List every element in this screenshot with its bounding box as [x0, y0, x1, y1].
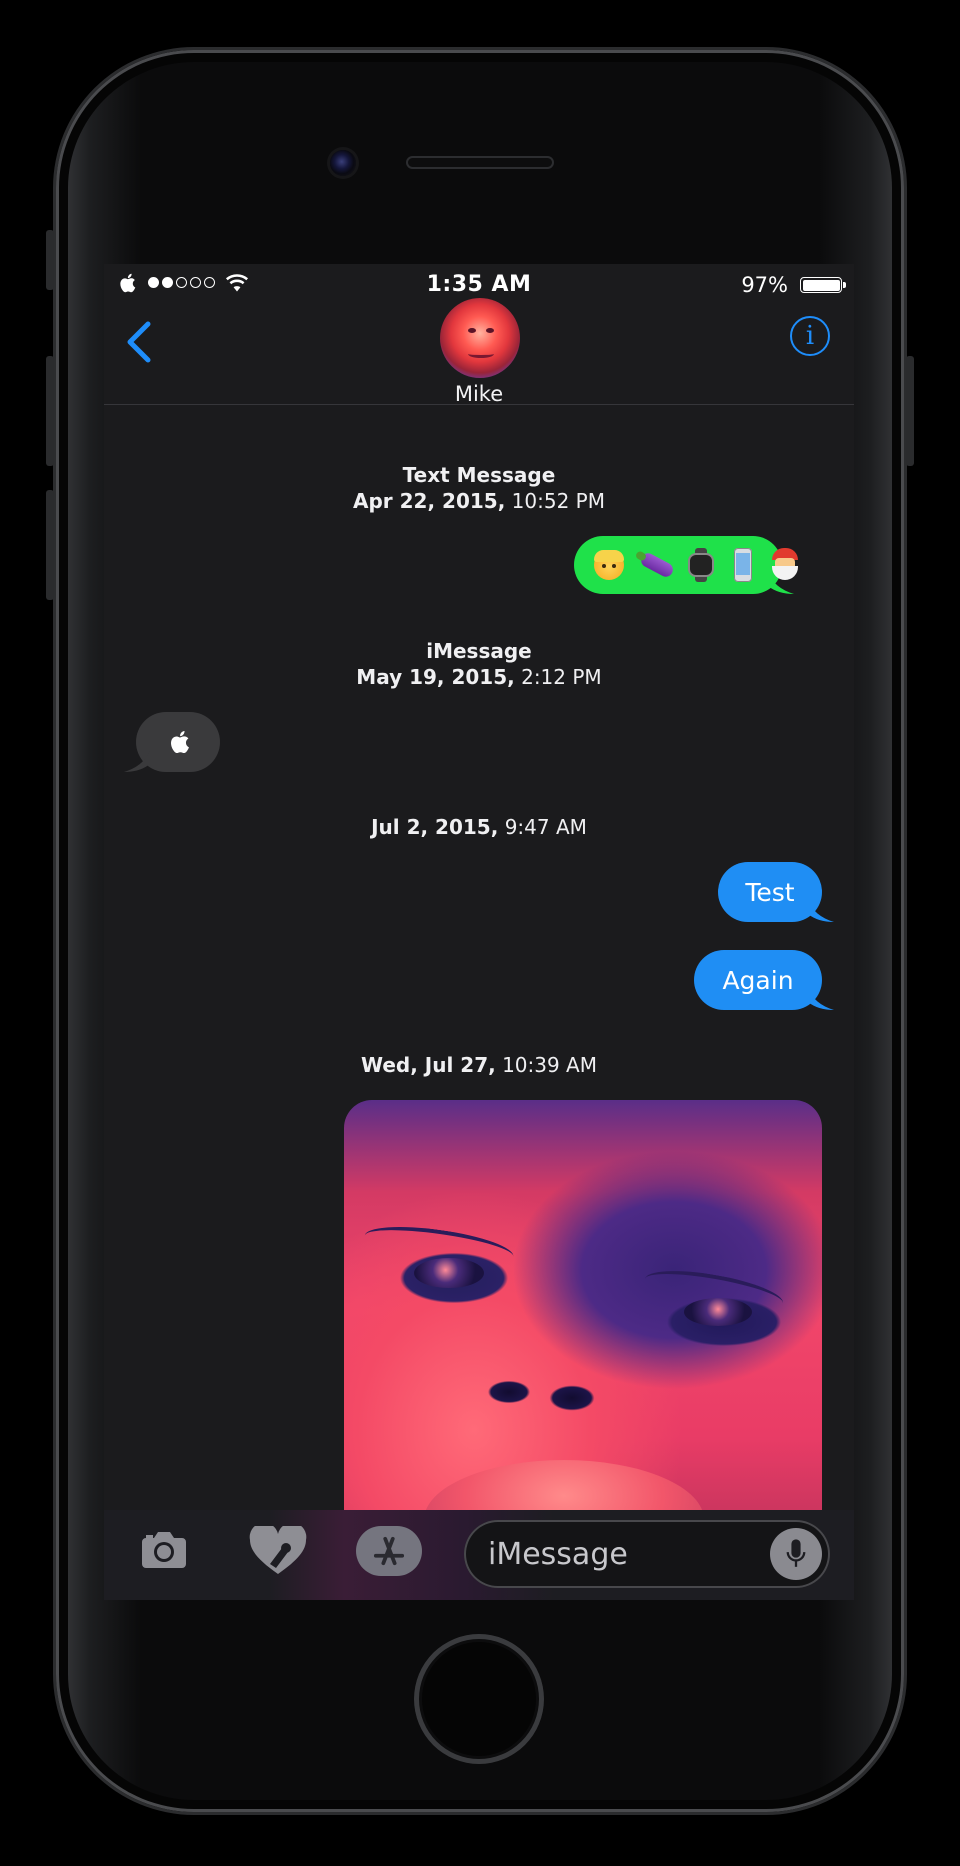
santa-emoji [770, 548, 798, 582]
blond-man-emoji [594, 550, 624, 580]
battery-icon [800, 277, 846, 293]
contact-name[interactable]: Mike [104, 382, 854, 406]
service-label: Text Message [402, 463, 556, 487]
emoji-sequence [594, 548, 798, 582]
timestamp-header: Wed, Jul 27, 10:39 AM [104, 1052, 854, 1078]
bubble-tail [124, 750, 150, 772]
app-store-icon[interactable] [356, 1526, 422, 1576]
compose-toolbar [104, 1510, 854, 1600]
info-button[interactable]: i [790, 316, 830, 356]
back-chevron-icon[interactable] [122, 320, 158, 364]
mobile-phone-emoji [728, 548, 756, 582]
volume-down-button [46, 490, 54, 600]
timestamp-header: Jul 2, 2015, 9:47 AM [104, 814, 854, 840]
outgoing-imessage-bubble[interactable]: Again [694, 950, 834, 1010]
timestamp-date: May 19, 2015, [356, 665, 515, 689]
timestamp-time: 10:39 AM [502, 1053, 597, 1077]
camera-icon[interactable] [140, 1530, 188, 1570]
messages-screen: 1:35 AM 97% Mike i Text Message Apr 22, … [104, 264, 854, 1600]
home-button[interactable] [414, 1634, 544, 1764]
microphone-icon [786, 1539, 806, 1567]
contact-avatar[interactable] [440, 298, 520, 378]
imessage-input[interactable] [464, 1520, 830, 1588]
watch-emoji [686, 548, 714, 582]
timestamp-time: 10:52 PM [511, 489, 605, 513]
service-label: iMessage [426, 639, 532, 663]
message-text: Again [722, 965, 794, 995]
photo-message[interactable] [344, 1100, 822, 1520]
front-camera [330, 150, 356, 176]
battery-percentage: 97% [741, 273, 788, 297]
timestamp-time: 9:47 AM [504, 815, 587, 839]
timestamp-date: Jul 2, 2015, [371, 815, 499, 839]
power-button [906, 356, 914, 466]
timestamp-time: 2:12 PM [521, 665, 602, 689]
timestamp-header: iMessage May 19, 2015, 2:12 PM [104, 638, 854, 690]
timestamp-date: Apr 22, 2015, [353, 489, 506, 513]
outgoing-imessage-bubble[interactable]: Test [718, 862, 834, 922]
mute-switch [46, 230, 54, 290]
conversation-header: Mike i [104, 298, 854, 406]
digital-touch-icon[interactable] [248, 1526, 308, 1576]
microphone-button[interactable] [770, 1528, 822, 1580]
timestamp-header: Text Message Apr 22, 2015, 10:52 PM [104, 462, 854, 514]
incoming-message-bubble[interactable] [124, 712, 220, 772]
apple-logo-icon [171, 730, 189, 754]
eggplant-emoji [634, 548, 676, 582]
outgoing-sms-bubble[interactable] [574, 536, 798, 594]
message-text-field[interactable] [486, 1530, 740, 1578]
volume-up-button [46, 356, 54, 466]
message-text: Test [745, 877, 795, 907]
earpiece-speaker [406, 156, 554, 169]
timestamp-date: Wed, Jul 27, [360, 1053, 496, 1077]
